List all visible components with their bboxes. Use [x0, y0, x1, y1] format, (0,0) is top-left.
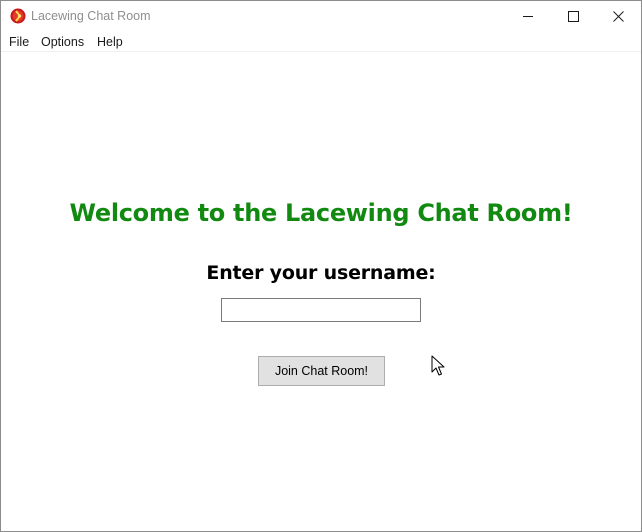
- menu-options[interactable]: Options: [41, 34, 84, 50]
- join-chat-room-button[interactable]: Join Chat Room!: [258, 356, 385, 386]
- window-title: Lacewing Chat Room: [31, 9, 151, 23]
- lacewing-app-icon: [10, 8, 26, 24]
- close-icon: [612, 10, 624, 22]
- menu-file[interactable]: File: [9, 34, 29, 50]
- maximize-icon: [567, 10, 579, 22]
- title-bar[interactable]: Lacewing Chat Room: [1, 1, 641, 31]
- menu-help[interactable]: Help: [97, 34, 123, 50]
- menu-bar: File Options Help: [1, 31, 641, 52]
- minimize-icon: [522, 11, 534, 22]
- mouse-cursor-icon: [431, 355, 445, 377]
- app-window: Lacewing Chat Room File Options Help Wel…: [0, 0, 642, 532]
- maximize-button[interactable]: [550, 1, 596, 31]
- username-prompt: Enter your username:: [206, 262, 436, 284]
- username-input[interactable]: [221, 298, 421, 322]
- welcome-heading: Welcome to the Lacewing Chat Room!: [69, 199, 573, 227]
- close-button[interactable]: [595, 1, 641, 31]
- minimize-button[interactable]: [505, 1, 551, 31]
